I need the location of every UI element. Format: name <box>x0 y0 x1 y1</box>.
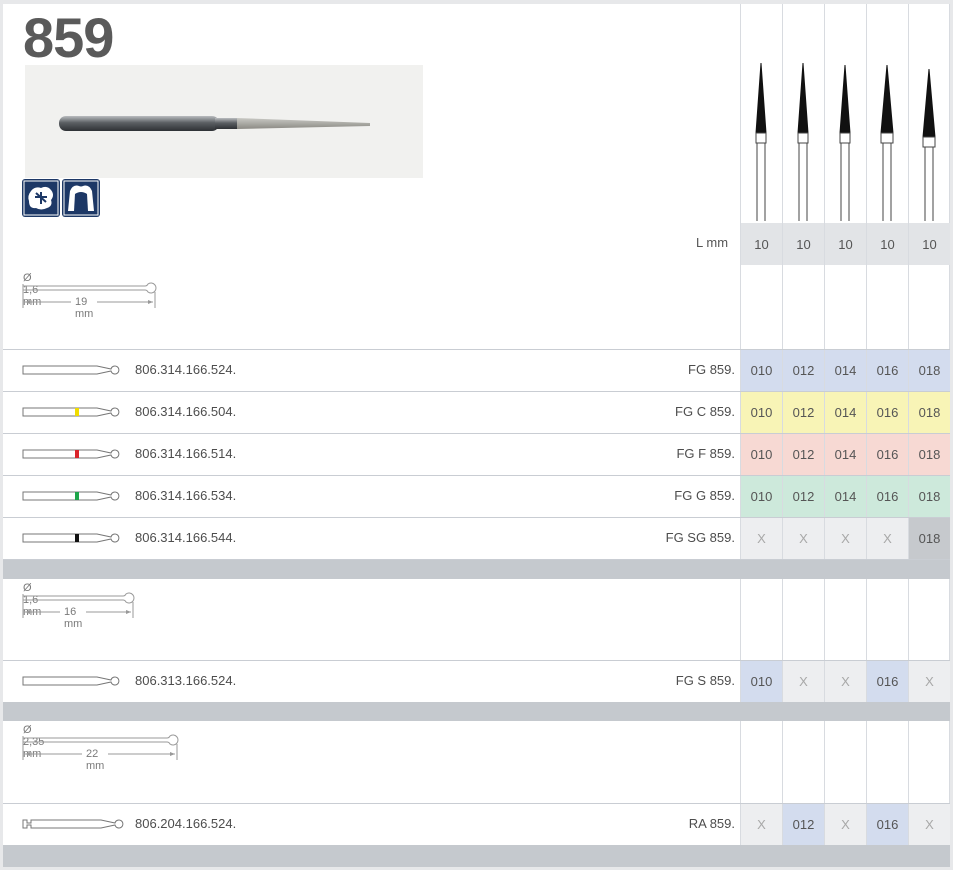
length-dimension-label: 16 mm <box>60 606 87 630</box>
instrument-heads <box>755 62 936 221</box>
size-cell[interactable]: 014 <box>825 392 866 433</box>
shank-icon <box>21 484 125 513</box>
size-cell[interactable]: 018 <box>909 392 950 433</box>
size-cell[interactable]: 016 <box>867 804 908 845</box>
shank-icon <box>21 400 125 429</box>
order-code: 806.314.166.514. <box>135 446 237 461</box>
order-code: 806.314.166.524. <box>135 362 237 377</box>
size-unavailable-cell: X <box>825 661 866 702</box>
length-cell: 10 <box>867 223 908 265</box>
size-unavailable-cell: X <box>741 518 782 559</box>
length-label: L mm <box>696 235 729 250</box>
shank-icon <box>21 669 125 698</box>
size-cell[interactable]: 018 <box>909 476 950 517</box>
size-cell[interactable]: 016 <box>867 434 908 475</box>
section-separator <box>3 702 950 721</box>
size-cell[interactable]: 014 <box>825 476 866 517</box>
shank-icon <box>21 358 125 387</box>
size-cell[interactable]: 012 <box>783 434 824 475</box>
size-cell[interactable]: 018 <box>909 350 950 391</box>
size-unavailable-cell: X <box>909 661 950 702</box>
reference-label: FG SG 859. <box>665 530 735 545</box>
size-cell[interactable]: 010 <box>741 350 782 391</box>
size-cell[interactable]: 012 <box>783 804 824 845</box>
size-cell[interactable]: 016 <box>867 661 908 702</box>
reference-label: RA 859. <box>688 816 735 831</box>
reference-label: FG C 859. <box>675 404 735 419</box>
order-code: 806.314.166.544. <box>135 530 237 545</box>
length-dimension-label: 22 mm <box>82 748 109 772</box>
size-unavailable-cell: X <box>909 804 950 845</box>
order-code: 806.314.166.534. <box>135 488 237 503</box>
order-code: 806.204.166.524. <box>135 816 237 831</box>
section-separator <box>3 560 950 579</box>
catalog-sheet: 859 L mm 10 10 10 10 10 Ø 1,6 mm 19 mm 8… <box>3 4 950 867</box>
length-cell: 10 <box>825 223 866 265</box>
size-cell[interactable]: 016 <box>867 350 908 391</box>
size-cell[interactable]: 016 <box>867 392 908 433</box>
reference-label: FG 859. <box>688 362 735 377</box>
size-unavailable-cell: X <box>783 661 824 702</box>
reference-label: FG F 859. <box>676 446 735 461</box>
size-cell[interactable]: 018 <box>909 434 950 475</box>
length-cell: 10 <box>741 223 782 265</box>
size-cell[interactable]: 010 <box>741 392 782 433</box>
size-cell[interactable]: 018 <box>909 518 950 559</box>
size-cell[interactable]: 016 <box>867 476 908 517</box>
size-unavailable-cell: X <box>825 518 866 559</box>
length-dimension-label: 19 mm <box>71 296 98 320</box>
size-unavailable-cell: X <box>741 804 782 845</box>
size-cell[interactable]: 012 <box>783 476 824 517</box>
size-unavailable-cell: X <box>825 804 866 845</box>
reference-label: FG S 859. <box>675 673 735 688</box>
length-cell: 10 <box>783 223 824 265</box>
size-cell[interactable]: 010 <box>741 661 782 702</box>
reference-label: FG G 859. <box>674 488 735 503</box>
shank-icon <box>21 442 125 471</box>
section-separator <box>3 845 950 867</box>
product-title: 859 <box>23 6 114 69</box>
size-cell[interactable]: 014 <box>825 350 866 391</box>
shank-icon <box>21 526 125 555</box>
size-unavailable-cell: X <box>783 518 824 559</box>
size-cell[interactable]: 012 <box>783 392 824 433</box>
size-cell[interactable]: 014 <box>825 434 866 475</box>
product-photo <box>25 65 423 178</box>
size-unavailable-cell: X <box>867 518 908 559</box>
shank-icon <box>21 812 125 841</box>
size-cell[interactable]: 010 <box>741 476 782 517</box>
tooth-occlusal-icon <box>22 179 60 217</box>
size-cell[interactable]: 010 <box>741 434 782 475</box>
order-code: 806.313.166.524. <box>135 673 237 688</box>
tooth-crown-icon <box>62 179 100 217</box>
length-cell: 10 <box>909 223 950 265</box>
order-code: 806.314.166.504. <box>135 404 237 419</box>
size-cell[interactable]: 012 <box>783 350 824 391</box>
